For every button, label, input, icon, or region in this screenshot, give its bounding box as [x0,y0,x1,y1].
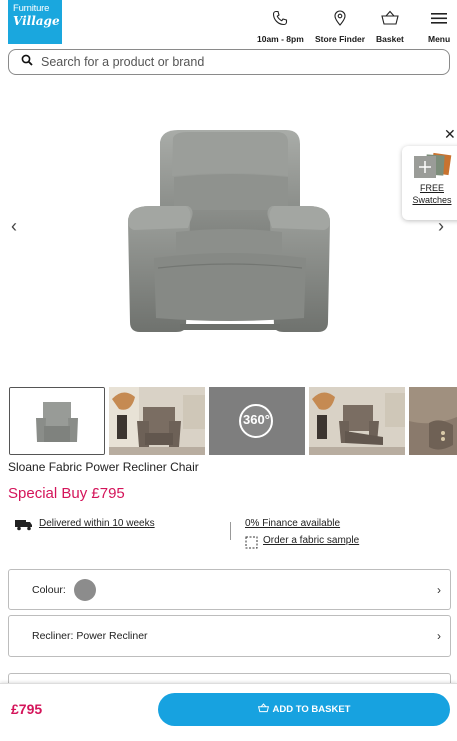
site-header: Furniture Village 10am - 8pm Store Finde… [0,0,457,46]
product-title: Sloane Fabric Power Recliner Chair [8,460,199,474]
logo-line1: Furniture [13,3,50,14]
product-price: Special Buy £795 [8,485,125,502]
search-bar[interactable] [8,49,450,75]
add-to-basket-button[interactable]: ADD TO BASKET [158,693,450,726]
nav-hours-label: 10am - 8pm [257,34,304,44]
add-to-basket-label: ADD TO BASKET [272,704,351,715]
chevron-right-icon: › [437,629,441,643]
nav-basket-label: Basket [376,34,404,44]
recliner-label: Recliner: Power Recliner [32,630,148,642]
nav-menu-label: Menu [428,34,451,44]
product-hero-image: ‹ › [0,110,457,350]
fabric-swatches-icon [412,152,452,180]
fabric-sample-icon [245,536,258,554]
spin-360-label: 360° [243,412,270,427]
thumbnail-strip: 360° [8,387,457,455]
nav-basket[interactable]: Basket [376,10,404,47]
thumbnail-detail-closeup[interactable] [409,387,457,455]
logo-line2: Village [13,13,60,28]
swatches-free-label: FREE [419,183,444,193]
search-icon [21,53,41,71]
thumbnail-room-scene-2[interactable] [309,387,405,455]
search-input[interactable] [41,55,421,69]
thumbnail-chair-front[interactable] [9,387,105,455]
info-divider [230,522,231,540]
basket-icon [376,10,404,26]
carousel-prev-arrow[interactable]: ‹ [11,216,17,237]
thumbnail-360-view[interactable]: 360° [209,387,305,455]
close-swatches-icon[interactable]: ✕ [444,126,456,143]
phone-icon [257,10,304,26]
colour-swatch [73,578,96,601]
sticky-basket-bar: £795 ADD TO BASKET [0,683,457,741]
recliner-selector[interactable]: Recliner: Power Recliner › [8,615,451,657]
location-pin-icon [315,10,365,26]
colour-selector[interactable]: Colour: › [8,569,451,610]
delivery-info-link[interactable]: Delivered within 10 weeks [39,518,155,529]
nav-hours[interactable]: 10am - 8pm [257,10,304,47]
swatches-label: Swatches [412,195,452,206]
delivery-truck-icon [15,518,33,536]
chevron-right-icon: › [437,582,441,597]
sticky-price: £795 [11,701,43,717]
free-swatches-card[interactable]: FREE Swatches [402,146,457,220]
basket-icon [257,703,273,716]
colour-label: Colour: [32,583,66,596]
finance-link[interactable]: 0% Finance available [245,518,340,529]
furniture-village-logo[interactable]: Furniture Village [8,0,62,44]
nav-menu[interactable]: Menu [428,10,450,47]
fabric-sample-link[interactable]: Order a fabric sample [263,535,359,546]
nav-store-finder-label: Store Finder [315,34,366,44]
nav-store-finder[interactable]: Store Finder [315,10,365,47]
thumbnail-room-scene-1[interactable] [109,387,205,455]
hamburger-menu-icon [428,10,450,26]
